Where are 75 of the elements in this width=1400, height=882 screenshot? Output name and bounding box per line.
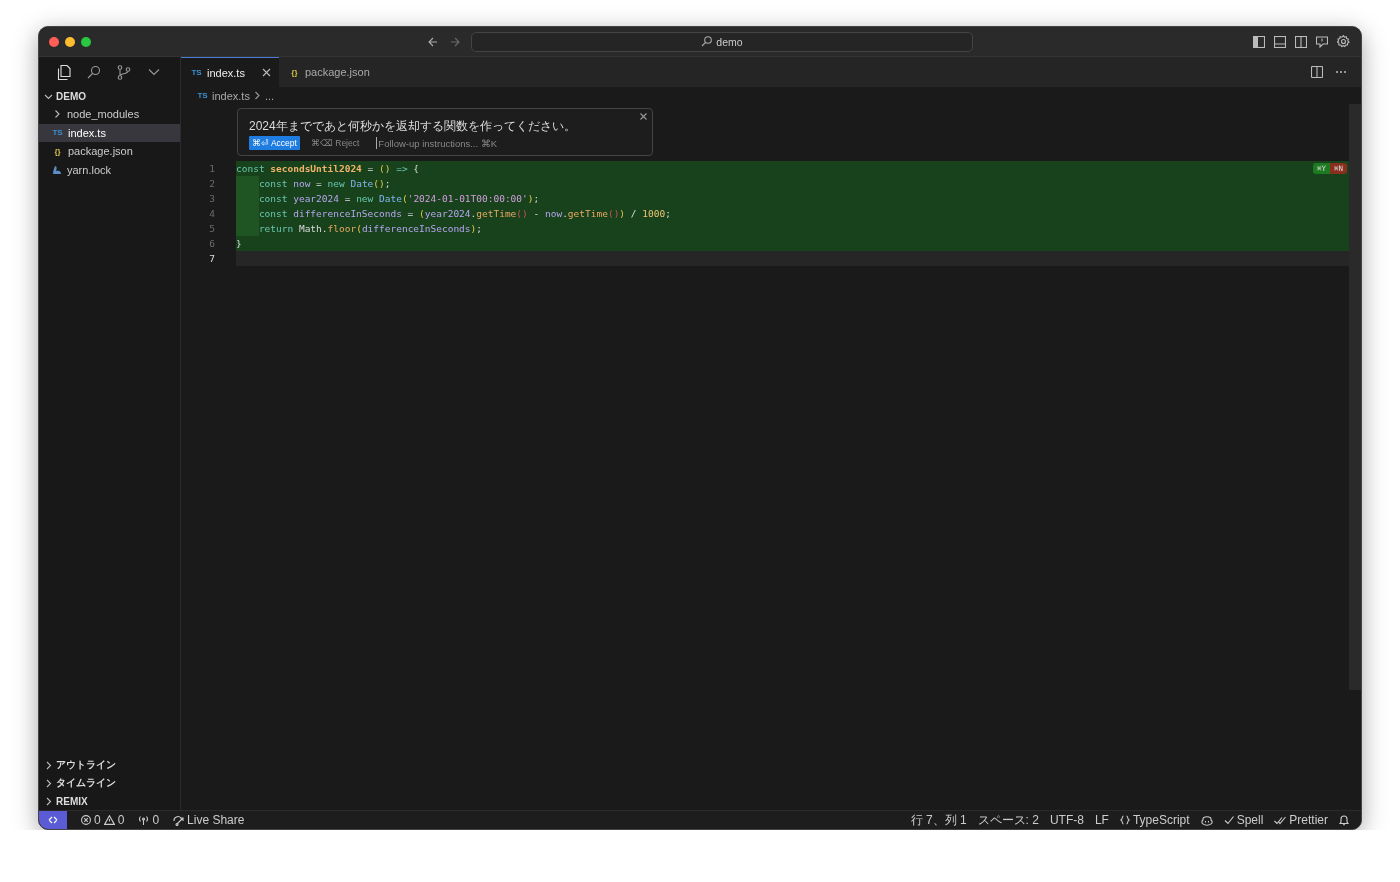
close-icon[interactable]	[640, 113, 647, 120]
explorer-header[interactable]: DEMO	[39, 87, 180, 105]
share-icon	[173, 814, 185, 826]
search-icon[interactable]	[87, 65, 101, 79]
window-control-icon[interactable]	[49, 36, 59, 47]
file-type-icon: TS	[191, 68, 202, 77]
file-type-icon: TS	[52, 128, 63, 138]
file-type-icon: {}	[288, 67, 300, 77]
remote-button[interactable]	[39, 811, 67, 829]
close-icon[interactable]	[261, 68, 271, 77]
section-header[interactable]: REMIX	[39, 792, 180, 810]
section-header[interactable]: タイムライン	[39, 774, 180, 792]
source-control-icon[interactable]	[117, 64, 131, 80]
warning-count[interactable]: 0	[117, 813, 125, 827]
search-field[interactable]: demo	[471, 31, 973, 52]
search-icon	[701, 36, 713, 47]
port-count[interactable]: 0	[152, 813, 160, 827]
status-item[interactable]: 行 7、列 1	[910, 811, 967, 829]
reject-button[interactable]: ⌘⌫ Reject	[307, 136, 363, 150]
window-control-icon[interactable]	[81, 36, 91, 47]
follow-up-field[interactable]: Follow-up instructions... ⌘K	[376, 137, 579, 149]
split-layout-icon[interactable]	[1295, 35, 1307, 48]
remote-icon	[48, 815, 58, 825]
braces-icon	[1119, 815, 1130, 825]
back-arrow-icon[interactable]	[427, 35, 439, 48]
double-check-icon	[1274, 815, 1287, 825]
line-number: 6	[208, 237, 216, 251]
section-title: REMIX	[56, 795, 88, 807]
language-mode[interactable]: TypeScript	[1132, 813, 1190, 827]
prettier-status[interactable]: Prettier	[1289, 813, 1328, 827]
line-number: 4	[208, 207, 216, 221]
accept-button[interactable]: ⌘⏎ Accept	[249, 136, 300, 150]
status-item[interactable]: スペース: 2	[977, 811, 1039, 829]
file-tree-item[interactable]: yarn.lock	[39, 160, 180, 179]
line-number: 3	[208, 192, 216, 206]
prompt-text: 2024年までであと何秒かを返却する関数を作ってください。	[249, 119, 577, 133]
error-count[interactable]: 0	[94, 813, 101, 827]
live-share-button[interactable]: Live Share	[187, 813, 245, 827]
breadcrumb-item[interactable]: ...	[264, 89, 275, 102]
file-tree-item[interactable]: {} package.json	[39, 142, 180, 161]
breadcrumb-item[interactable]: index.ts	[212, 89, 250, 102]
panel-layout-icon[interactable]	[1274, 35, 1286, 48]
yarn-file-icon	[52, 164, 62, 175]
check-icon	[1223, 815, 1234, 825]
section-title: DEMO	[56, 90, 86, 102]
line-number: 1	[208, 162, 216, 176]
error-icon	[81, 815, 91, 825]
section-header[interactable]: アウトライン	[39, 756, 180, 774]
section-title: タイムライン	[56, 776, 116, 790]
bell-icon[interactable]	[1339, 814, 1349, 826]
broadcast-icon	[138, 815, 150, 825]
section-title: アウトライン	[56, 758, 116, 772]
chevron-right-icon	[52, 109, 62, 120]
line-number: 7	[208, 252, 216, 266]
file-type-icon: TS	[197, 91, 208, 100]
status-item[interactable]: UTF-8	[1049, 813, 1084, 827]
line-number: 5	[208, 222, 216, 236]
editor-tab[interactable]: TS index.ts	[181, 57, 279, 87]
feedback-icon[interactable]	[1316, 35, 1328, 48]
scrollbar[interactable]	[1349, 104, 1361, 690]
warning-icon	[103, 815, 115, 825]
sidebar-layout-icon[interactable]	[1253, 35, 1265, 48]
file-tree-item[interactable]: node_modules	[39, 105, 180, 124]
window-control-icon[interactable]	[65, 36, 75, 47]
copilot-icon[interactable]	[1200, 814, 1213, 826]
forward-arrow-icon[interactable]	[449, 35, 461, 48]
line-number: 2	[208, 177, 216, 191]
settings-icon[interactable]	[1337, 35, 1350, 48]
files-icon[interactable]	[57, 64, 71, 80]
file-tree-item[interactable]: TS index.ts	[39, 123, 180, 142]
split-editor-icon[interactable]	[1311, 66, 1323, 78]
chevron-right-icon	[253, 91, 261, 100]
file-type-icon: {}	[52, 146, 63, 156]
status-item[interactable]: LF	[1094, 813, 1109, 827]
spell-check-status[interactable]: Spell	[1236, 813, 1264, 827]
